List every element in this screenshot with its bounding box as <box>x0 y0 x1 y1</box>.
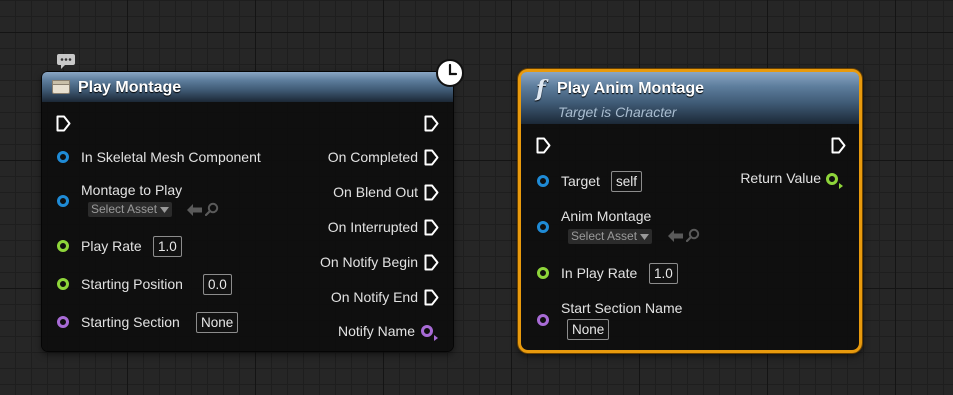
input-target-label: Target <box>561 173 600 189</box>
exec-input-pin-icon[interactable] <box>56 115 71 137</box>
input-starting-section-label: Starting Section <box>81 314 180 330</box>
play-anim-montage-header[interactable]: f Play Anim Montage Target is Character <box>521 72 859 124</box>
start-section-field[interactable]: None <box>567 319 610 340</box>
montage-to-play-pin-icon[interactable] <box>57 195 69 207</box>
anim-montage-pin-icon[interactable] <box>537 221 549 233</box>
on-interrupted-pin-icon[interactable] <box>424 219 439 241</box>
output-on-completed-label: On Completed <box>327 149 418 165</box>
macro-node-icon <box>52 80 70 99</box>
skeletal-mesh-pin-icon[interactable] <box>57 151 69 163</box>
input-skeletal-mesh-label: In Skeletal Mesh Component <box>81 149 261 165</box>
output-return-value-label: Return Value <box>740 170 821 186</box>
browse-search-icon[interactable] <box>204 202 219 221</box>
output-on-notify-begin-label: On Notify Begin <box>319 254 418 270</box>
target-field[interactable]: self <box>611 171 643 192</box>
in-play-rate-pin-icon[interactable] <box>537 267 549 279</box>
comment-bubble-icon[interactable] <box>56 53 76 74</box>
anim-montage-asset-dropdown[interactable]: Select Asset <box>568 229 653 244</box>
exec-output-pin-icon[interactable] <box>831 137 846 159</box>
output-notify-name-label: Notify Name <box>337 323 415 339</box>
play-rate-field[interactable]: 1.0 <box>153 236 182 257</box>
starting-section-pin-icon[interactable] <box>57 316 69 328</box>
notify-name-pin-icon[interactable] <box>421 325 433 337</box>
montage-asset-dropdown[interactable]: Select Asset <box>88 202 173 217</box>
input-in-play-rate-label: In Play Rate <box>561 265 638 281</box>
node-title: Play Anim Montage <box>557 80 704 97</box>
on-blend-out-pin-icon[interactable] <box>424 184 439 206</box>
function-icon: f <box>536 76 546 102</box>
node-subtitle: Target is Character <box>558 104 677 120</box>
play-montage-header[interactable]: Play Montage <box>42 72 453 102</box>
starting-section-field[interactable]: None <box>196 312 239 333</box>
start-section-pin-icon[interactable] <box>537 314 549 326</box>
montage-asset-value: Select Asset <box>91 202 158 216</box>
starting-position-pin-icon[interactable] <box>57 278 69 290</box>
latent-clock-icon <box>435 58 465 93</box>
return-value-pin-icon[interactable] <box>826 173 838 185</box>
return-value-pin-arrow-icon <box>839 176 843 194</box>
input-montage-label: Montage to Play <box>81 182 183 198</box>
starting-position-field[interactable]: 0.0 <box>203 274 232 295</box>
target-pin-icon[interactable] <box>537 175 549 187</box>
exec-input-pin-icon[interactable] <box>536 137 551 159</box>
play-rate-pin-icon[interactable] <box>57 240 69 252</box>
notify-name-pin-arrow-icon <box>434 328 438 346</box>
output-on-interrupted-label: On Interrupted <box>327 219 418 235</box>
browse-search-icon[interactable] <box>685 228 700 247</box>
input-anim-montage-label: Anim Montage <box>561 208 652 224</box>
chevron-down-icon <box>640 229 650 243</box>
use-selected-arrow-icon[interactable] <box>187 203 203 221</box>
anim-montage-asset-value: Select Asset <box>571 229 638 243</box>
input-play-rate-label: Play Rate <box>81 238 142 254</box>
on-completed-pin-icon[interactable] <box>424 149 439 171</box>
use-selected-arrow-icon[interactable] <box>668 229 684 247</box>
exec-output-pin-icon[interactable] <box>424 115 439 137</box>
in-play-rate-field[interactable]: 1.0 <box>649 263 678 284</box>
on-notify-begin-pin-icon[interactable] <box>424 254 439 276</box>
input-start-section-label: Start Section Name <box>561 300 683 316</box>
input-starting-position-label: Starting Position <box>81 276 183 292</box>
on-notify-end-pin-icon[interactable] <box>424 289 439 311</box>
output-on-notify-end-label: On Notify End <box>330 289 418 305</box>
output-on-blend-out-label: On Blend Out <box>333 184 418 200</box>
chevron-down-icon <box>160 202 170 216</box>
node-title: Play Montage <box>78 79 182 96</box>
